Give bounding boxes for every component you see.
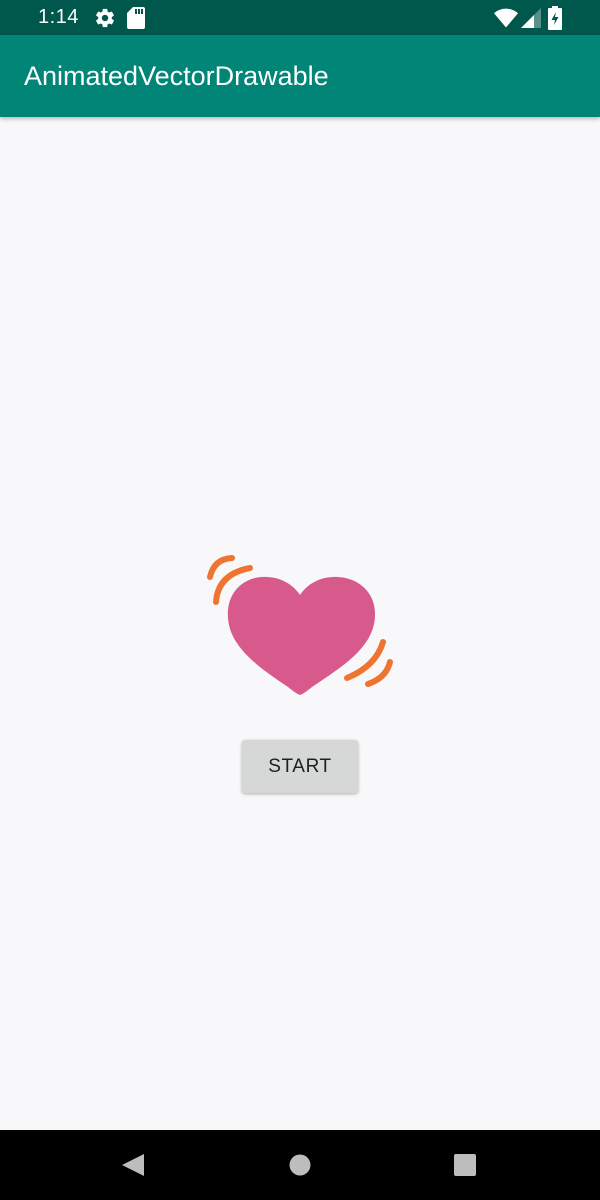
heart-image [200,550,400,710]
status-bar: 1:14 [0,0,600,35]
start-button[interactable]: START [242,740,358,793]
app-bar: AnimatedVectorDrawable [0,35,600,117]
gear-icon [96,8,114,28]
app-screen: 1:14 AnimatedVectorDrawable START [0,0,600,1200]
app-title: AnimatedVectorDrawable [24,61,329,91]
status-time: 1:14 [38,6,79,28]
back-icon[interactable] [120,1152,146,1178]
heart-icon [207,555,393,695]
navigation-bar [0,1130,600,1200]
wifi-icon [494,8,518,28]
signal-icon [521,8,541,28]
sd-card-icon [127,7,145,29]
recents-icon[interactable] [454,1154,476,1176]
battery-charging-icon [548,6,562,30]
home-icon[interactable] [288,1153,312,1177]
